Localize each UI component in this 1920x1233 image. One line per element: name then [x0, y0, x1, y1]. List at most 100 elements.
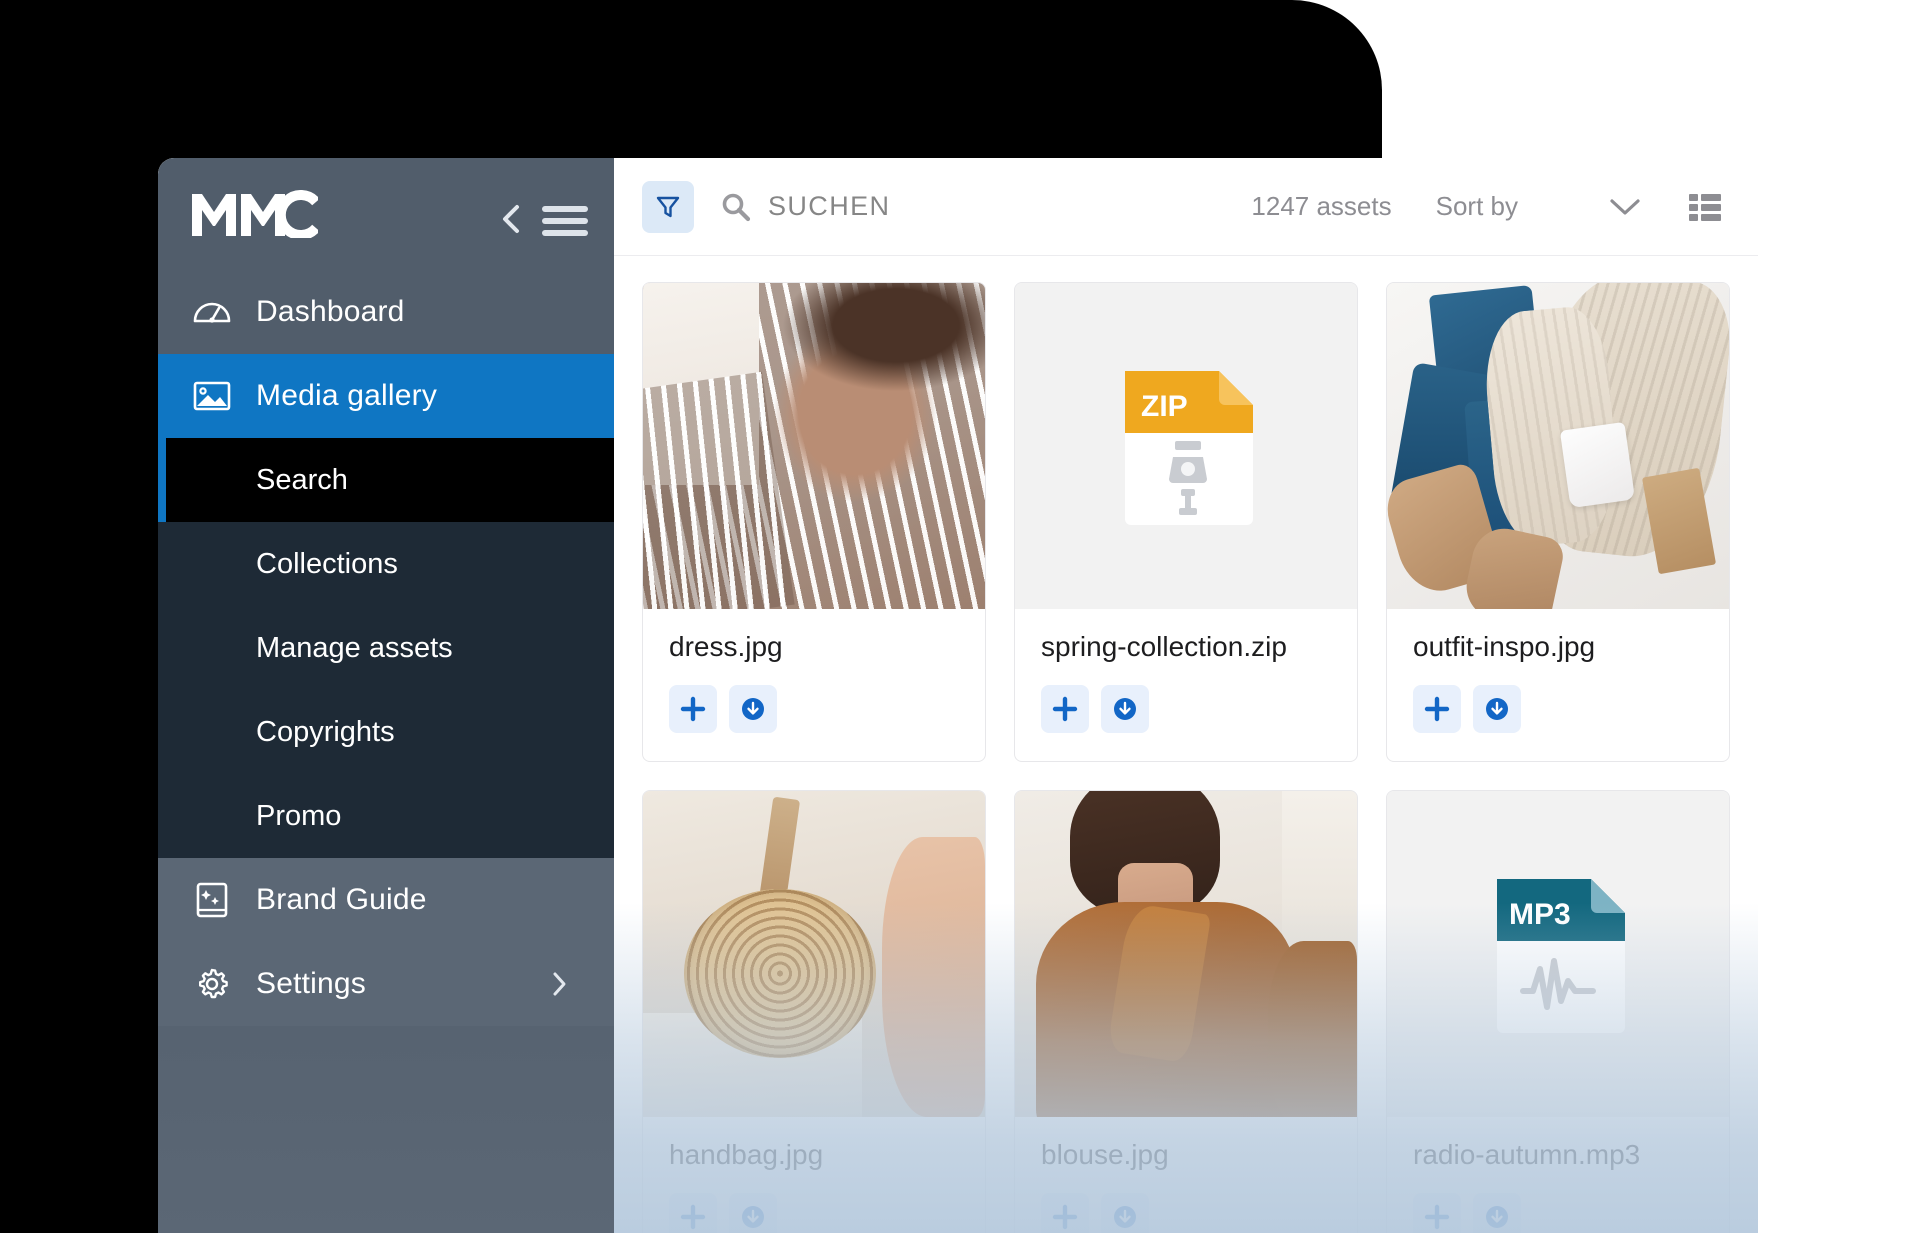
asset-filename: spring-collection.zip [1041, 631, 1287, 662]
asset-card[interactable]: handbag.jpg [642, 790, 986, 1233]
sidebar-subitem-manage-assets[interactable]: Manage assets [158, 606, 614, 690]
sidebar-subitem-collections[interactable]: Collections [158, 522, 614, 606]
photo-dress [643, 283, 985, 609]
chevron-down-icon[interactable] [1608, 196, 1642, 218]
asset-card[interactable]: ZIP spring-collection.zip [1014, 282, 1358, 762]
sidebar-item-label: Dashboard [256, 295, 405, 328]
add-to-collection-button[interactable] [669, 685, 717, 733]
sidebar: Dashboard Media gallery Search Collectio… [158, 158, 614, 1233]
asset-card[interactable]: blouse.jpg [1014, 790, 1358, 1233]
asset-filename: dress.jpg [669, 631, 783, 662]
asset-card-body: dress.jpg [643, 609, 985, 761]
download-button[interactable] [1101, 1193, 1149, 1233]
asset-actions [1413, 1193, 1703, 1233]
asset-count-label: 1247 assets [1251, 191, 1392, 221]
asset-filename: radio-autumn.mp3 [1413, 1139, 1641, 1170]
sidebar-collapse-icon[interactable] [500, 204, 522, 234]
book-sparkle-icon [190, 878, 234, 922]
sidebar-item-dashboard[interactable]: Dashboard [158, 270, 614, 354]
sidebar-item-settings[interactable]: Settings [158, 942, 614, 1026]
sidebar-subnav: Search Collections Manage assets Copyrig… [158, 438, 614, 858]
download-button[interactable] [1101, 685, 1149, 733]
sidebar-subitem-promo[interactable]: Promo [158, 774, 614, 858]
asset-card[interactable]: outfit-inspo.jpg [1386, 282, 1730, 762]
speedometer-icon [190, 290, 234, 334]
plus-icon [680, 696, 706, 722]
zip-file-icon: ZIP [1125, 371, 1253, 525]
asset-actions [669, 1193, 959, 1233]
hamburger-bar [542, 206, 588, 212]
mp3-file-icon: MP3 [1497, 879, 1625, 1033]
asset-thumbnail[interactable] [1015, 791, 1357, 1117]
download-circle-icon [1486, 1206, 1508, 1228]
plus-icon [1424, 1204, 1450, 1230]
hamburger-bar [542, 218, 588, 224]
add-to-collection-button[interactable] [1041, 1193, 1089, 1233]
sort-by-label[interactable]: Sort by [1436, 191, 1518, 222]
screenshot-stage: Dashboard Media gallery Search Collectio… [0, 0, 1920, 1233]
brand-logo[interactable] [190, 190, 318, 238]
plus-icon [1052, 1204, 1078, 1230]
sidebar-item-brand-guide[interactable]: Brand Guide [158, 858, 614, 942]
sidebar-lower-nav: Brand Guide Settings [158, 858, 614, 1026]
download-circle-icon [1486, 698, 1508, 720]
asset-card[interactable]: MP3 radio-autumn.mp3 [1386, 790, 1730, 1233]
download-button[interactable] [1473, 1193, 1521, 1233]
asset-actions [669, 685, 959, 733]
sidebar-subitem-label: Copyrights [256, 715, 395, 748]
selection-accent-bar [158, 438, 166, 522]
asset-thumbnail[interactable]: ZIP [1015, 283, 1357, 609]
hamburger-menu-icon[interactable] [542, 206, 588, 236]
download-circle-icon [742, 1206, 764, 1228]
asset-actions [1041, 1193, 1331, 1233]
sidebar-subitem-label: Search [256, 463, 348, 496]
mp3-label: MP3 [1509, 898, 1571, 931]
add-to-collection-button[interactable] [1413, 685, 1461, 733]
download-button[interactable] [1473, 685, 1521, 733]
file-type-tile: MP3 [1387, 791, 1729, 1117]
zip-label: ZIP [1141, 390, 1188, 423]
asset-grid: dress.jpg ZIP spring-collection.zip outf… [614, 256, 1758, 1233]
asset-card-body: handbag.jpg [643, 1117, 985, 1233]
sidebar-item-label: Settings [256, 967, 366, 1000]
filter-funnel-icon[interactable] [642, 180, 694, 233]
sidebar-subitem-label: Promo [256, 799, 342, 832]
search-icon [720, 191, 752, 223]
list-view-icon[interactable] [1688, 192, 1722, 222]
asset-card-body: blouse.jpg [1015, 1117, 1357, 1233]
download-button[interactable] [729, 685, 777, 733]
asset-thumbnail[interactable] [643, 283, 985, 609]
app-window: Dashboard Media gallery Search Collectio… [158, 158, 1758, 1233]
file-type-tile: ZIP [1015, 283, 1357, 609]
photo-blouse [1015, 791, 1357, 1117]
asset-card[interactable]: dress.jpg [642, 282, 986, 762]
plus-icon [1052, 696, 1078, 722]
toolbar: 1247 assets Sort by [614, 158, 1758, 256]
search-input[interactable] [768, 191, 1148, 222]
sidebar-item-label: Media gallery [256, 379, 438, 412]
search-field[interactable] [720, 191, 1251, 223]
add-to-collection-button[interactable] [669, 1193, 717, 1233]
add-to-collection-button[interactable] [1041, 685, 1089, 733]
sidebar-header [158, 158, 614, 270]
asset-actions [1041, 685, 1331, 733]
sidebar-subitem-search[interactable]: Search [158, 438, 614, 522]
gear-icon [190, 962, 234, 1006]
asset-card-body: spring-collection.zip [1015, 609, 1357, 761]
sidebar-subitem-copyrights[interactable]: Copyrights [158, 690, 614, 774]
sidebar-item-media-gallery[interactable]: Media gallery [158, 354, 614, 438]
photo-handbag [643, 791, 985, 1117]
download-button[interactable] [729, 1193, 777, 1233]
asset-thumbnail[interactable] [1387, 283, 1729, 609]
sidebar-subitem-label: Collections [256, 547, 398, 580]
add-to-collection-button[interactable] [1413, 1193, 1461, 1233]
asset-card-body: radio-autumn.mp3 [1387, 1117, 1729, 1233]
photo-outfit-flatlay [1387, 283, 1729, 609]
asset-thumbnail[interactable] [643, 791, 985, 1117]
plus-icon [680, 1204, 706, 1230]
asset-thumbnail[interactable]: MP3 [1387, 791, 1729, 1117]
asset-filename: handbag.jpg [669, 1139, 824, 1170]
main-content: 1247 assets Sort by [614, 158, 1758, 1233]
download-circle-icon [742, 698, 764, 720]
hamburger-bar [542, 230, 588, 236]
